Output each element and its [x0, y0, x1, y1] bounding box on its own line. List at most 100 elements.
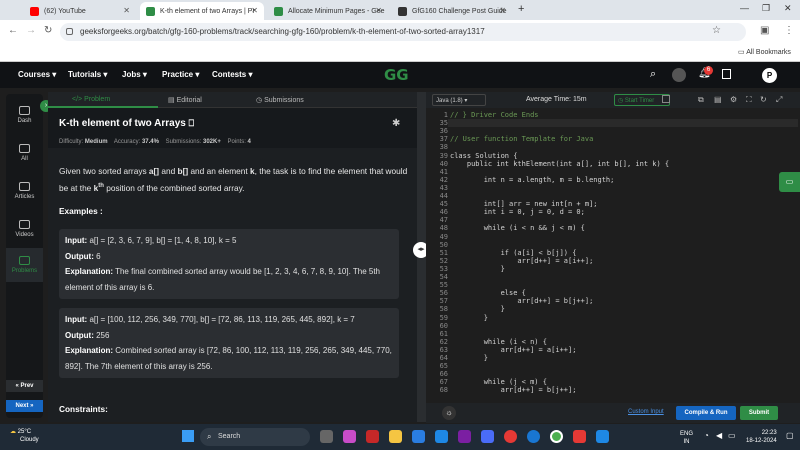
vscode-icon[interactable] [596, 430, 609, 443]
notification-center-icon[interactable]: ▢ [786, 431, 794, 440]
practice-sidebar: Dash All Articles Videos Problems « Prev… [6, 94, 43, 418]
windows-start-icon[interactable] [182, 430, 194, 442]
app-icon[interactable] [458, 430, 471, 443]
sidebar-item-dash[interactable]: Dash [6, 106, 43, 124]
menu-icon[interactable]: ⋮ [784, 25, 794, 36]
bug-report-icon[interactable]: ✱ [392, 118, 400, 129]
line-number: 55 [439, 281, 448, 290]
reload-icon[interactable]: ↻ [44, 25, 52, 36]
taskbar-search[interactable]: Search [200, 428, 310, 446]
task-view-icon[interactable] [320, 430, 333, 443]
tab-problem[interactable]: </> Problem [72, 96, 110, 103]
mcafee-icon[interactable] [366, 430, 379, 443]
bookmark-star-icon[interactable]: ☆ [712, 25, 721, 36]
close-tab-icon[interactable]: ✕ [499, 6, 506, 15]
code-icon [19, 256, 30, 265]
code-line: public int kthElement(int a[], int b[], … [450, 159, 670, 168]
file-explorer-icon[interactable] [389, 430, 402, 443]
close-tab-icon[interactable]: ✕ [251, 6, 258, 15]
minimize-icon[interactable]: — [740, 3, 749, 13]
close-window-icon[interactable]: ✕ [784, 3, 792, 14]
reset-code-icon[interactable]: ↻ [760, 95, 767, 104]
code-line: // User function Template for Java [450, 135, 594, 144]
new-tab-icon[interactable]: + [518, 3, 524, 15]
close-tab-icon[interactable]: ✕ [123, 6, 130, 15]
gfg-logo[interactable]: GG [384, 66, 409, 84]
sidebar-item-problems[interactable]: Problems [6, 248, 43, 282]
back-icon[interactable]: ← [8, 25, 18, 36]
average-time: Average Time: 15m [526, 96, 587, 103]
problem-header: K-th element of two Arrays ⎕ ✱ Difficult… [48, 108, 417, 148]
nav-courses[interactable]: Courses ▾ [18, 70, 56, 79]
sidebar-item-all[interactable]: All [6, 144, 43, 162]
save-icon[interactable]: ▤ [714, 95, 722, 104]
expand-editor-icon[interactable]: ⤢ [776, 95, 782, 105]
line-number: 52 [439, 256, 448, 265]
gfg-icon [274, 6, 283, 16]
theme-toggle-icon[interactable] [672, 68, 686, 82]
code-line: } [450, 305, 505, 314]
code-line: while (j < m) { [450, 378, 547, 387]
line-number: 43 [439, 183, 448, 192]
copilot-icon[interactable] [343, 430, 356, 443]
theme-sun-icon[interactable]: ☼ [442, 406, 456, 420]
chrome-icon[interactable] [504, 430, 517, 443]
weather-widget[interactable]: ☁ 25°C Cloudy [10, 428, 39, 444]
compile-run-button[interactable]: Compile & Run [676, 406, 736, 420]
clock[interactable]: 22:23 18-12-2024 [746, 429, 777, 445]
maximize-icon[interactable]: ❐ [762, 3, 770, 14]
bookmark-icon[interactable]: ⎕ [189, 118, 194, 128]
nav-contests[interactable]: Contests ▾ [212, 70, 252, 79]
line-number: 37 [439, 135, 448, 144]
wifi-icon[interactable]: ◔ [704, 431, 709, 440]
all-bookmarks[interactable]: ▭ All Bookmarks [738, 48, 791, 56]
fullscreen-icon[interactable]: ⛶ [746, 95, 752, 105]
tab-editorial[interactable]: ▤ Editorial [168, 96, 202, 104]
copy-icon[interactable]: ⧉ [698, 95, 704, 105]
app-icon[interactable] [573, 430, 586, 443]
browser-tab-youtube[interactable]: (62) YouTube ✕ [24, 2, 136, 20]
nav-tutorials[interactable]: Tutorials ▾ [68, 70, 107, 79]
submit-button[interactable]: Submit [740, 406, 778, 420]
zoom-icon[interactable] [527, 430, 540, 443]
reset-timer-icon[interactable] [662, 95, 670, 103]
prev-button[interactable]: « Prev [6, 380, 43, 392]
browser-tab-gfg160[interactable]: GfG160 Challenge Post Guide ✕ [392, 2, 512, 20]
forward-icon[interactable]: → [26, 25, 36, 36]
chat-icon[interactable]: ▭ [779, 172, 800, 192]
line-number: 67 [439, 378, 448, 387]
profile-card-icon[interactable] [722, 69, 731, 79]
avatar[interactable]: P [762, 68, 777, 83]
search-icon[interactable]: ⌕ [650, 68, 656, 81]
url-input[interactable]: geeksforgeeks.org/batch/gfg-160-problems… [60, 23, 746, 41]
sidebar-item-articles[interactable]: Articles [6, 182, 43, 200]
next-button[interactable]: Next » [6, 400, 43, 412]
battery-icon[interactable]: ▭ [728, 431, 736, 440]
language-select[interactable]: Java (1.8) ▾ [432, 94, 486, 106]
line-number: 46 [439, 208, 448, 217]
site-info-icon[interactable] [66, 28, 73, 35]
store-icon[interactable] [435, 430, 448, 443]
custom-input-link[interactable]: Custom Input [628, 409, 664, 415]
article-icon [19, 182, 30, 191]
code-editor-panel: Java (1.8) ▾ Average Time: 15m ◷ Start T… [426, 92, 800, 423]
code-line: arr[d++] = a[i++]; [450, 345, 577, 354]
close-tab-icon[interactable]: ✕ [375, 6, 382, 15]
nav-practice[interactable]: Practice ▾ [162, 70, 199, 79]
app-icon[interactable] [481, 430, 494, 443]
browser-tab-kth-element[interactable]: K-th element of two Arrays | Pr ✕ [140, 2, 264, 20]
volume-icon[interactable]: ◀ [716, 431, 722, 440]
line-number: 66 [439, 370, 448, 379]
nav-jobs[interactable]: Jobs ▾ [122, 70, 147, 79]
chrome-active-icon[interactable] [550, 430, 563, 443]
line-number: 54 [439, 273, 448, 281]
code-area[interactable]: 1// } Driver Code Ends 35 36 37// User func… [426, 109, 800, 405]
browser-tab-allocate[interactable]: Allocate Minimum Pages - Gee ✕ [268, 2, 388, 20]
settings-icon[interactable]: ⚙ [730, 95, 737, 104]
extensions-icon[interactable]: ▣ [760, 25, 769, 36]
example-2-input: Input: a[] = [100, 112, 256, 349, 770], … [65, 315, 355, 324]
tab-submissions[interactable]: ◷ Submissions [256, 96, 304, 104]
language-indicator[interactable]: ENG IN [680, 430, 693, 446]
sidebar-item-videos[interactable]: Videos [6, 220, 43, 238]
edge-icon[interactable] [412, 430, 425, 443]
